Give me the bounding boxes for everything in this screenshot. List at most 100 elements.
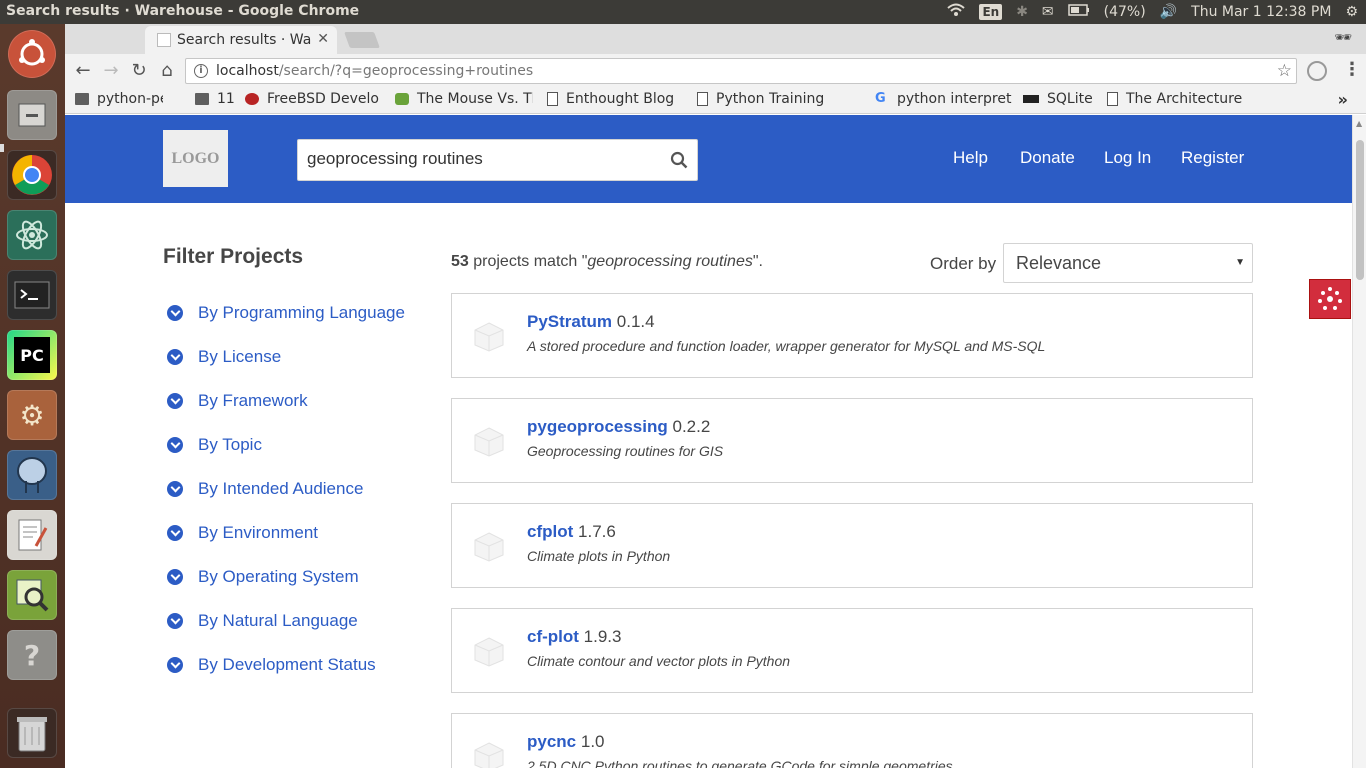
- help-icon[interactable]: ?: [7, 630, 57, 680]
- settings-gear-icon[interactable]: ⚙: [1345, 4, 1358, 20]
- bookmark-star-icon[interactable]: ☆: [1277, 61, 1292, 81]
- address-bar[interactable]: i localhost/search/?q=geoprocessing+rout…: [185, 58, 1297, 84]
- scrollbar-thumb[interactable]: [1356, 140, 1364, 280]
- url-host: localhost: [216, 63, 279, 79]
- bookmark-item[interactable]: SQLite: [1023, 91, 1097, 107]
- extension-icon[interactable]: [1307, 61, 1327, 81]
- close-tab-icon[interactable]: ✕: [317, 31, 329, 47]
- bluetooth-icon[interactable]: ✱: [1016, 4, 1028, 20]
- filter-license[interactable]: By License: [167, 347, 281, 367]
- bookmark-item[interactable]: Enthought Blog: [547, 91, 679, 107]
- back-button[interactable]: ←: [72, 60, 94, 82]
- atom-editor-icon[interactable]: [7, 210, 57, 260]
- bookmark-item[interactable]: Python Training: [697, 91, 857, 107]
- search-icon[interactable]: [670, 151, 688, 169]
- bookmark-item[interactable]: FreeBSD Develo: [245, 91, 381, 107]
- system-monitor-icon[interactable]: [7, 570, 57, 620]
- wifi-icon[interactable]: [947, 3, 966, 21]
- folder-icon: [195, 93, 209, 105]
- battery-icon[interactable]: [1067, 4, 1090, 20]
- gitg-icon[interactable]: ⚙: [7, 390, 57, 440]
- package-description: A stored procedure and function loader, …: [527, 338, 1046, 354]
- battery-percent: (47%): [1103, 4, 1146, 20]
- package-description: Climate contour and vector plots in Pyth…: [527, 653, 791, 669]
- browser-tab-strip: Search results · Warehouse ✕ 🕶: [65, 24, 1366, 54]
- nav-login-link[interactable]: Log In: [1104, 148, 1151, 168]
- floating-widget-icon[interactable]: [1309, 279, 1351, 319]
- package-card[interactable]: cf-plot 1.9.3 Climate contour and vector…: [451, 608, 1253, 693]
- filter-intended-audience[interactable]: By Intended Audience: [167, 479, 363, 499]
- scroll-up-icon[interactable]: ▲: [1356, 119, 1362, 128]
- new-tab-button[interactable]: [344, 32, 380, 48]
- browser-tab[interactable]: Search results · Warehouse ✕: [145, 26, 337, 54]
- mouse-icon: [395, 93, 409, 105]
- volume-icon[interactable]: 🔊: [1160, 4, 1177, 20]
- filter-environment[interactable]: By Environment: [167, 523, 318, 543]
- profile-icon[interactable]: 🕶: [1334, 30, 1352, 46]
- package-card[interactable]: PyStratum 0.1.4 A stored procedure and f…: [451, 293, 1253, 378]
- nav-donate-link[interactable]: Donate: [1020, 148, 1075, 168]
- pycharm-icon[interactable]: PC: [7, 330, 57, 380]
- ubuntu-dash-icon[interactable]: [8, 30, 56, 78]
- folder-icon: [75, 93, 89, 105]
- google-icon: G: [875, 91, 886, 106]
- package-name-link[interactable]: pycnc: [527, 732, 576, 751]
- filter-natural-language[interactable]: By Natural Language: [167, 611, 358, 631]
- bookmark-item[interactable]: Gpython interpret: [875, 91, 1015, 107]
- app-launcher: PC ⚙ ?: [0, 24, 65, 768]
- site-logo[interactable]: LOGO: [163, 130, 228, 187]
- mail-icon[interactable]: ✉: [1042, 4, 1054, 20]
- nav-register-link[interactable]: Register: [1181, 148, 1244, 168]
- terminal-icon[interactable]: [7, 270, 57, 320]
- package-icon: [474, 742, 504, 768]
- home-button[interactable]: ⌂: [156, 60, 178, 82]
- package-version: 1.7.6: [578, 522, 616, 541]
- nav-help-link[interactable]: Help: [953, 148, 988, 168]
- package-icon: [474, 532, 504, 562]
- pgadmin-icon[interactable]: [7, 450, 57, 500]
- chevron-down-icon: [167, 525, 183, 541]
- filter-development-status[interactable]: By Development Status: [167, 655, 376, 675]
- keyboard-layout-indicator[interactable]: En: [979, 4, 1003, 20]
- web-page: LOGO Help Donate Log In Register Filter …: [65, 115, 1352, 768]
- filter-operating-system[interactable]: By Operating System: [167, 567, 359, 587]
- package-name-link[interactable]: cf-plot: [527, 627, 579, 646]
- filter-framework[interactable]: By Framework: [167, 391, 308, 411]
- filter-projects-heading: Filter Projects: [163, 245, 304, 268]
- chevron-down-icon: [167, 657, 183, 673]
- chevron-down-icon: [167, 393, 183, 409]
- window-title: Search results · Warehouse - Google Chro…: [6, 3, 360, 19]
- trash-icon[interactable]: [7, 708, 57, 758]
- package-card[interactable]: pygeoprocessing 0.2.2 Geoprocessing rout…: [451, 398, 1253, 483]
- package-name-link[interactable]: cfplot: [527, 522, 573, 541]
- package-name-link[interactable]: PyStratum: [527, 312, 612, 331]
- bookmark-item[interactable]: The Mouse Vs. Th: [395, 91, 533, 107]
- system-tray: En ✱ ✉ (47%) 🔊 Thu Mar 1 12:38 PM ⚙: [947, 0, 1358, 24]
- text-editor-icon[interactable]: [7, 510, 57, 560]
- search-form: [297, 139, 698, 181]
- package-card[interactable]: pycnc 1.0 2.5D CNC Python routines to ge…: [451, 713, 1253, 768]
- package-name-link[interactable]: pygeoprocessing: [527, 417, 668, 436]
- package-description: 2.5D CNC Python routines to generate GCo…: [527, 758, 953, 768]
- page-favicon-icon: [157, 33, 171, 47]
- files-icon[interactable]: [7, 90, 57, 140]
- filter-programming-language[interactable]: By Programming Language: [167, 303, 405, 323]
- running-indicator: [0, 144, 4, 152]
- search-input[interactable]: [298, 140, 648, 178]
- package-description: Geoprocessing routines for GIS: [527, 443, 724, 459]
- order-by-select[interactable]: Relevance ▼: [1003, 243, 1253, 283]
- package-version: 1.0: [580, 732, 605, 751]
- reload-button[interactable]: ↻: [128, 60, 150, 82]
- bookmarks-overflow-button[interactable]: »: [1338, 90, 1348, 109]
- bookmark-item[interactable]: python-perf: [75, 91, 163, 107]
- bookmark-item[interactable]: 11: [195, 91, 235, 107]
- clock[interactable]: Thu Mar 1 12:38 PM: [1191, 4, 1331, 20]
- page-scrollbar[interactable]: ▲: [1352, 115, 1366, 768]
- chrome-icon[interactable]: [7, 150, 57, 200]
- site-info-icon[interactable]: i: [194, 64, 208, 78]
- browser-menu-button[interactable]: ⋮: [1343, 59, 1361, 80]
- bookmark-item[interactable]: The Architecture: [1107, 91, 1245, 107]
- forward-button[interactable]: →: [100, 60, 122, 82]
- filter-topic[interactable]: By Topic: [167, 435, 262, 455]
- package-card[interactable]: cfplot 1.7.6 Climate plots in Python: [451, 503, 1253, 588]
